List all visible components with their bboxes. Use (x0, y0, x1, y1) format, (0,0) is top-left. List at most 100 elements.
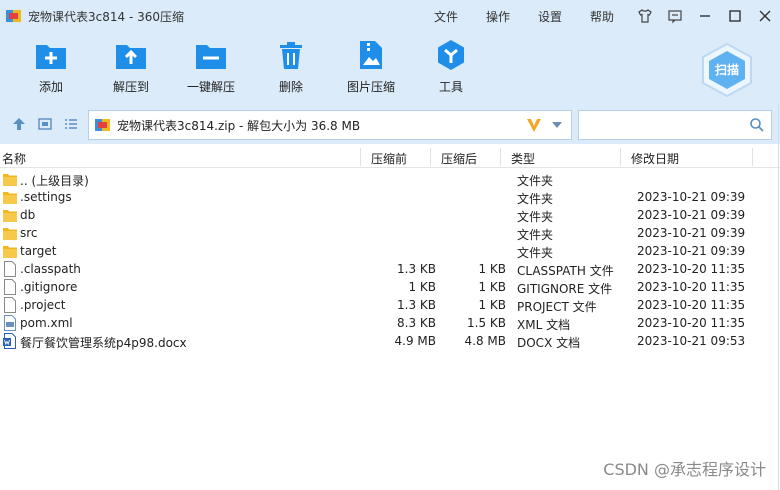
image-compress-icon (354, 38, 388, 72)
file-row[interactable]: db 文件夹 2023-10-21 09:39 (0, 206, 780, 224)
column-divider[interactable] (430, 148, 431, 166)
trash-icon (274, 38, 308, 72)
file-type: DOCX 文档 (517, 336, 581, 350)
app-logo-icon (6, 8, 22, 24)
close-icon[interactable] (754, 5, 776, 27)
file-row[interactable]: target 文件夹 2023-10-21 09:39 (0, 242, 780, 260)
one-click-extract-icon (194, 38, 228, 72)
file-type: PROJECT 文件 (517, 300, 597, 314)
archive-path: 宠物课代表3c814.zip - 解包大小为 36.8 MB (117, 118, 361, 133)
window-controls (626, 0, 776, 32)
file-row[interactable]: .gitignore 1 KB 1 KB GITIGNORE 文件 2023-1… (0, 278, 780, 296)
scan-label: 扫描 (714, 63, 739, 77)
view-list-icon[interactable] (63, 116, 79, 132)
add-icon (34, 38, 68, 72)
file-compressed-size: 1 KB (478, 262, 506, 276)
file-size: 8.3 KB (397, 316, 436, 330)
file-type: 文件夹 (517, 228, 554, 242)
delete-button[interactable]: 删除 (256, 38, 326, 100)
file-date: 2023-10-21 09:39 (637, 190, 746, 204)
address-row: 宠物课代表3c814.zip - 解包大小为 36.8 MB (0, 104, 780, 144)
file-size: 1 KB (408, 280, 436, 294)
file-name: target (20, 244, 57, 258)
image-compress-button[interactable]: 图片压缩 (336, 38, 406, 100)
add-label: 添加 (38, 80, 63, 94)
file-type: 文件夹 (517, 246, 554, 260)
file-name: .project (20, 298, 66, 312)
add-button[interactable]: 添加 (16, 38, 86, 100)
file-type: GITIGNORE 文件 (517, 282, 613, 296)
search-input[interactable] (585, 116, 735, 134)
file-row[interactable]: pom.xml 8.3 KB 1.5 KB XML 文档 2023-10-20 … (0, 314, 780, 332)
up-arrow-icon[interactable] (11, 116, 27, 132)
file-name: src (20, 226, 38, 240)
tools-label: 工具 (438, 80, 463, 94)
title-bar: 宠物课代表3c814 - 360压缩 文件 操作 设置 帮助 (0, 0, 780, 32)
file-size: 4.9 MB (394, 334, 436, 348)
file-row[interactable]: .classpath 1.3 KB 1 KB CLASSPATH 文件 2023… (0, 260, 780, 278)
file-date: 2023-10-20 11:35 (637, 298, 746, 312)
file-compressed-size: 4.8 MB (464, 334, 506, 348)
file-icon (3, 279, 17, 295)
maximize-icon[interactable] (724, 5, 746, 27)
folder-icon (3, 225, 17, 241)
menu-operate[interactable]: 操作 (472, 8, 524, 25)
menu-file[interactable]: 文件 (420, 8, 472, 25)
column-size-after[interactable]: 压缩后 (441, 150, 477, 167)
column-divider[interactable] (500, 148, 501, 166)
file-list: .. (上级目录) 文件夹 .settings 文件夹 2023-10-21 0… (0, 170, 780, 350)
file-row[interactable]: .project 1.3 KB 1 KB PROJECT 文件 2023-10-… (0, 296, 780, 314)
file-row[interactable]: .settings 文件夹 2023-10-21 09:39 (0, 188, 780, 206)
column-modified[interactable]: 修改日期 (631, 150, 679, 167)
file-compressed-size: 1.5 KB (467, 316, 506, 330)
folder-icon (3, 189, 17, 205)
extract-to-button[interactable]: 解压到 (96, 38, 166, 100)
file-compressed-size: 1 KB (478, 298, 506, 312)
file-date: 2023-10-21 09:39 (637, 208, 746, 222)
file-date: 2023-10-20 11:35 (637, 280, 746, 294)
file-name: .settings (20, 190, 72, 204)
minimize-icon[interactable] (694, 5, 716, 27)
menu-settings[interactable]: 设置 (524, 8, 576, 25)
folder-icon (3, 171, 17, 187)
column-divider[interactable] (752, 148, 753, 166)
column-type[interactable]: 类型 (511, 150, 535, 167)
chevron-down-icon[interactable] (549, 117, 565, 133)
file-name: .gitignore (20, 280, 78, 294)
file-date: 2023-10-21 09:39 (637, 226, 746, 240)
delete-label: 删除 (278, 80, 303, 94)
tools-button[interactable]: 工具 (416, 38, 486, 100)
file-date: 2023-10-21 09:53 (637, 334, 746, 348)
extract-to-icon (114, 38, 148, 72)
column-name[interactable]: 名称 (2, 150, 26, 167)
zip-archive-icon (95, 117, 111, 133)
file-name: .classpath (20, 262, 81, 276)
file-row[interactable]: .. (上级目录) 文件夹 (0, 170, 780, 188)
path-bar[interactable]: 宠物课代表3c814.zip - 解包大小为 36.8 MB (88, 110, 572, 140)
one-click-extract-label: 一键解压 (186, 80, 235, 94)
feedback-message-icon[interactable] (664, 5, 686, 27)
folder-icon (3, 207, 17, 223)
one-click-extract-button[interactable]: 一键解压 (176, 38, 246, 100)
file-name: pom.xml (20, 316, 73, 330)
extract-to-label: 解压到 (112, 80, 149, 94)
file-type: 文件夹 (517, 174, 554, 188)
verified-v-icon[interactable] (525, 116, 543, 134)
file-name: db (20, 208, 36, 222)
tools-hexagon-icon (434, 38, 468, 72)
scan-button[interactable]: 扫描 (700, 42, 754, 98)
file-row[interactable]: src 文件夹 2023-10-21 09:39 (0, 224, 780, 242)
column-size-before[interactable]: 压缩前 (371, 150, 407, 167)
search-icon[interactable] (749, 117, 765, 133)
view-detail-icon[interactable] (37, 116, 53, 132)
column-divider[interactable] (620, 148, 621, 166)
file-type: XML 文档 (517, 318, 571, 332)
skin-shirt-icon[interactable] (634, 5, 656, 27)
xml-file-icon (3, 315, 17, 331)
file-type: 文件夹 (517, 210, 554, 224)
file-name: 餐厅餐饮管理系统p4p98.docx (20, 336, 187, 350)
file-row[interactable]: 餐厅餐饮管理系统p4p98.docx 4.9 MB 4.8 MB DOCX 文档… (0, 332, 780, 350)
column-divider[interactable] (360, 148, 361, 166)
search-box (578, 110, 772, 140)
menu-help[interactable]: 帮助 (576, 8, 628, 25)
